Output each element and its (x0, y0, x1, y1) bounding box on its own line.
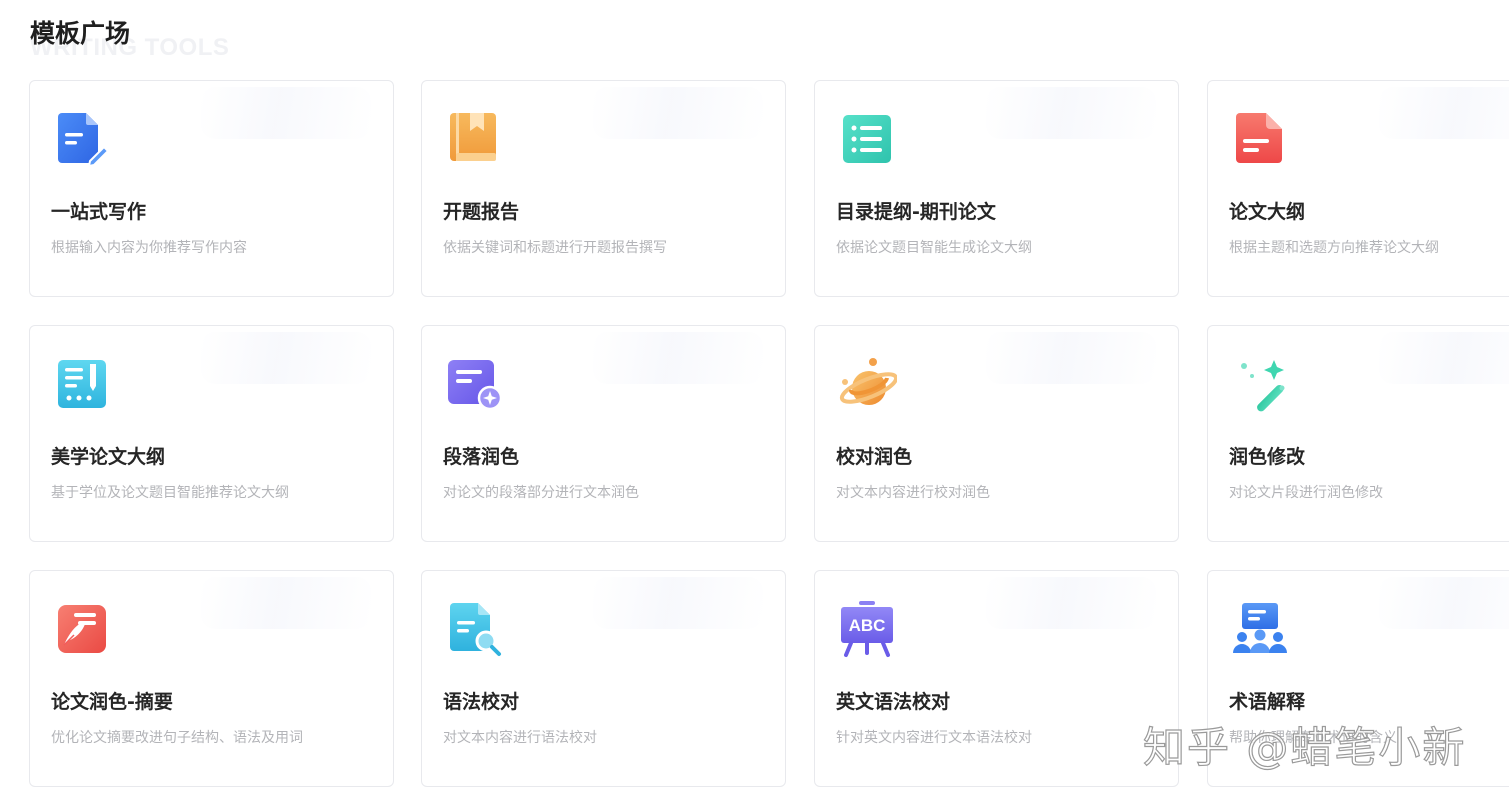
card-decoration (593, 87, 763, 139)
card-description: 依据关键词和标题进行开题报告撰写 (443, 240, 667, 256)
card-title: 术语解释 (1229, 691, 1306, 713)
document-outline-icon (1230, 109, 1290, 169)
card-title: 目录提纲-期刊论文 (836, 201, 996, 223)
card-title: 语法校对 (443, 691, 520, 713)
template-card-aesthetics-outline[interactable]: 美学论文大纲 基于学位及论文题目智能推荐论文大纲 (29, 325, 394, 542)
card-title: 英文语法校对 (836, 691, 951, 713)
card-decoration (1379, 332, 1509, 384)
card-title: 一站式写作 (51, 201, 147, 223)
card-title: 校对润色 (836, 446, 913, 468)
template-card-thesis-outline[interactable]: 论文大纲 根据主题和选题方向推荐论文大纲 (1207, 80, 1509, 297)
card-description: 根据主题和选题方向推荐论文大纲 (1229, 240, 1439, 256)
card-description: 对文本内容进行校对润色 (836, 485, 990, 501)
card-decoration (1379, 577, 1509, 629)
abc-board-icon: ABC (837, 599, 897, 659)
card-description: 对文本内容进行语法校对 (443, 730, 597, 746)
card-decoration (593, 577, 763, 629)
card-title: 美学论文大纲 (51, 446, 166, 468)
card-decoration (986, 332, 1156, 384)
template-card-grammar-check[interactable]: 语法校对 对文本内容进行语法校对 (421, 570, 786, 787)
report-book-icon (444, 109, 504, 169)
card-description: 对论文片段进行润色修改 (1229, 485, 1383, 501)
template-card-abstract-polish[interactable]: 论文润色-摘要 优化论文摘要改进句子结构、语法及用词 (29, 570, 394, 787)
card-decoration (201, 87, 371, 139)
card-decoration (986, 87, 1156, 139)
card-decoration (593, 332, 763, 384)
card-description: 对论文的段落部分进行文本润色 (443, 485, 639, 501)
presentation-people-icon (1230, 599, 1290, 659)
card-decoration (986, 577, 1156, 629)
paragraph-sparkle-icon (444, 354, 504, 414)
card-description: 根据输入内容为你推荐写作内容 (51, 240, 247, 256)
quill-document-icon (52, 599, 112, 659)
page-title: 模板广场 (30, 19, 131, 48)
card-decoration (201, 332, 371, 384)
zhihu-watermark: 知乎 @蜡笔小新 (1142, 722, 1467, 772)
template-card-polish-modify[interactable]: 润色修改 对论文片段进行润色修改 (1207, 325, 1509, 542)
card-title: 润色修改 (1229, 446, 1306, 468)
notebook-pen-icon (52, 354, 112, 414)
page-header: WRITING TOOLS 模板广场 (30, 14, 430, 64)
template-card-proofread-polish[interactable]: 校对润色 对文本内容进行校对润色 (814, 325, 1179, 542)
card-title: 论文润色-摘要 (51, 691, 173, 713)
card-description: 优化论文摘要改进句子结构、语法及用词 (51, 730, 303, 746)
template-card-one-stop-writing[interactable]: 一站式写作 根据输入内容为你推荐写作内容 (29, 80, 394, 297)
list-outline-icon (837, 109, 897, 169)
card-decoration (1379, 87, 1509, 139)
template-card-journal-outline[interactable]: 目录提纲-期刊论文 依据论文题目智能生成论文大纲 (814, 80, 1179, 297)
card-description: 基于学位及论文题目智能推荐论文大纲 (51, 485, 289, 501)
document-search-icon (444, 599, 504, 659)
abc-board-label: ABC (849, 616, 886, 635)
template-card-paragraph-polish[interactable]: 段落润色 对论文的段落部分进行文本润色 (421, 325, 786, 542)
template-card-english-grammar[interactable]: ABC 英文语法校对 针对英文内容进行文本语法校对 (814, 570, 1179, 787)
card-description: 针对英文内容进行文本语法校对 (836, 730, 1032, 746)
card-title: 论文大纲 (1229, 201, 1306, 223)
card-description: 依据论文题目智能生成论文大纲 (836, 240, 1032, 256)
planet-icon (837, 354, 897, 414)
card-title: 开题报告 (443, 201, 520, 223)
template-card-proposal-report[interactable]: 开题报告 依据关键词和标题进行开题报告撰写 (421, 80, 786, 297)
document-edit-icon (52, 109, 112, 169)
magic-wand-icon (1230, 354, 1290, 414)
card-title: 段落润色 (443, 446, 520, 468)
card-decoration (201, 577, 371, 629)
